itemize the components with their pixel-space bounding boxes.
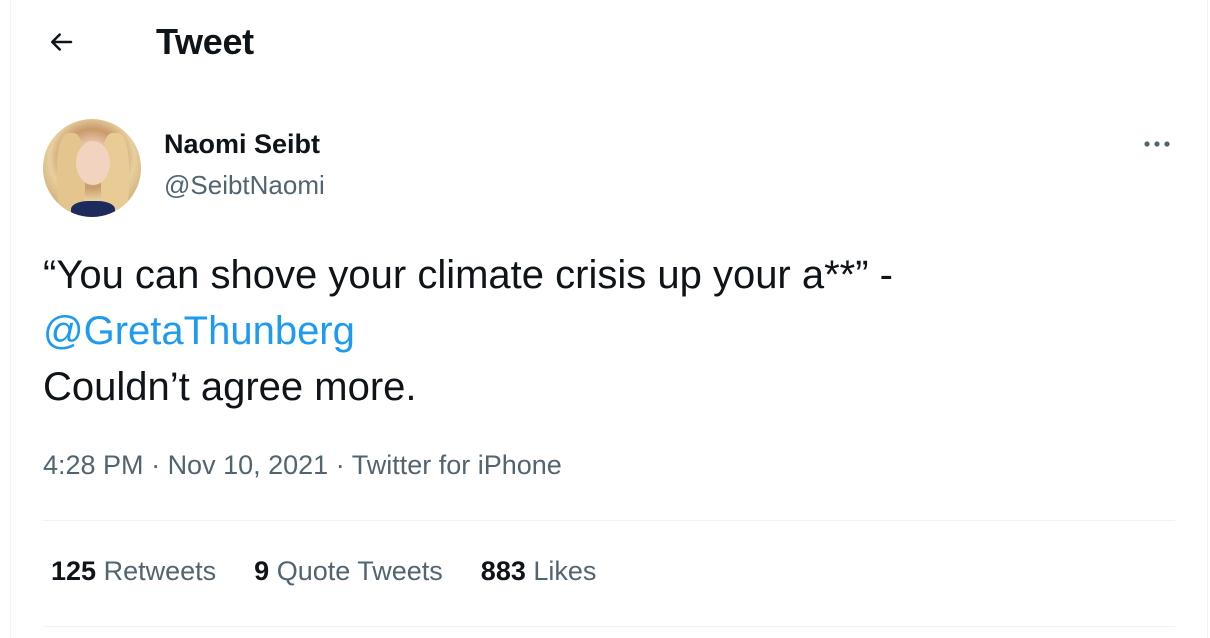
meta-separator: · <box>328 450 352 480</box>
more-dots-icon <box>1142 136 1172 154</box>
meta-separator: · <box>143 450 168 480</box>
retweets-count: 125 <box>51 556 97 586</box>
divider <box>43 626 1175 627</box>
retweets-stat[interactable]: 125 Retweets <box>51 556 216 587</box>
retweets-label: Retweets <box>103 556 217 586</box>
divider <box>43 520 1175 521</box>
author-name[interactable]: Naomi Seibt <box>164 129 320 160</box>
mention-link[interactable]: @GretaThunberg <box>43 309 355 353</box>
likes-stat[interactable]: 883 Likes <box>481 556 597 587</box>
tweet-text: “You can shove your climate crisis up yo… <box>43 247 1173 415</box>
tweet-date[interactable]: Nov 10, 2021 <box>168 450 329 480</box>
tweet-time[interactable]: 4:28 PM <box>43 450 144 480</box>
likes-label: Likes <box>533 556 597 586</box>
tweet-source[interactable]: Twitter for iPhone <box>352 450 562 480</box>
page-title: Tweet <box>156 21 254 62</box>
tweet-text-line-3: Couldn’t agree more. <box>43 365 417 409</box>
back-button[interactable] <box>41 24 81 64</box>
tweet-stats: 125 Retweets 9 Quote Tweets 883 Likes <box>51 556 596 587</box>
more-button[interactable] <box>1137 130 1177 160</box>
quote-tweets-stat[interactable]: 9 Quote Tweets <box>254 556 443 587</box>
avatar[interactable] <box>43 119 141 217</box>
likes-count: 883 <box>480 556 526 586</box>
tweet-page: Tweet Naomi Seibt @SeibtNaomi “You can s… <box>10 0 1208 638</box>
quote-tweets-label: Quote Tweets <box>276 556 443 586</box>
quote-tweets-count: 9 <box>254 556 270 586</box>
tweet-meta: 4:28 PM · Nov 10, 2021 · Twitter for iPh… <box>43 450 562 481</box>
header: Tweet <box>11 0 1207 88</box>
arrow-left-icon <box>46 27 76 62</box>
tweet-text-line-1: “You can shove your climate crisis up yo… <box>43 253 893 297</box>
author-handle[interactable]: @SeibtNaomi <box>164 170 325 201</box>
